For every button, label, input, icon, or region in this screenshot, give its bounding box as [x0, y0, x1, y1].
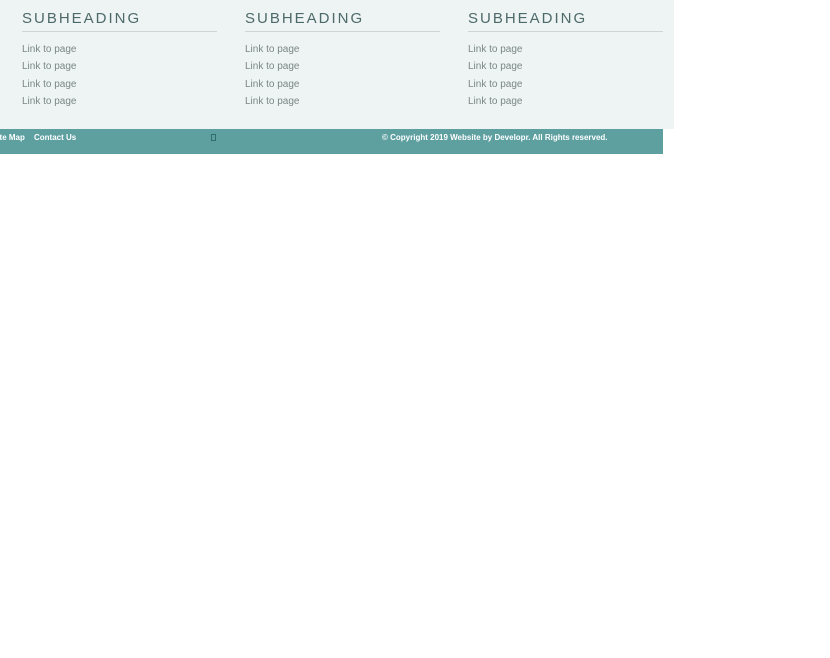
- link-list: Link to page Link to page Link to page L…: [468, 41, 663, 110]
- column-heading: SUBHEADING: [468, 0, 663, 32]
- footer-link[interactable]: Link to page: [468, 76, 663, 93]
- missing-glyph-icon: [211, 134, 216, 141]
- footer-link[interactable]: Link to page: [245, 76, 440, 93]
- footer-link[interactable]: Link to page: [245, 93, 440, 110]
- footer-link[interactable]: Link to page: [468, 58, 663, 75]
- footer-link[interactable]: Link to page: [22, 41, 217, 58]
- footer-link[interactable]: Link to page: [468, 93, 663, 110]
- footer-column: SUBHEADING Link to page Link to page Lin…: [22, 0, 217, 110]
- copyright-text: © Copyright 2019 Website by Developr. Al…: [382, 133, 608, 142]
- column-heading: SUBHEADING: [22, 0, 217, 32]
- site-map-link[interactable]: Site Map: [0, 129, 25, 147]
- footer-link[interactable]: Link to page: [22, 58, 217, 75]
- footer-column: SUBHEADING Link to page Link to page Lin…: [245, 0, 440, 110]
- footer-link[interactable]: Link to page: [245, 41, 440, 58]
- link-list: Link to page Link to page Link to page L…: [245, 41, 440, 110]
- footer-links-section: SUBHEADING Link to page Link to page Lin…: [0, 0, 674, 129]
- footer-link[interactable]: Link to page: [245, 58, 440, 75]
- footer-link[interactable]: Link to page: [22, 93, 217, 110]
- footer-link[interactable]: Link to page: [22, 76, 217, 93]
- column-heading: SUBHEADING: [245, 0, 440, 32]
- contact-us-link[interactable]: Contact Us: [34, 129, 76, 147]
- footer-column: SUBHEADING Link to page Link to page Lin…: [468, 0, 663, 110]
- footer-link[interactable]: Link to page: [468, 41, 663, 58]
- footer-bottom-bar: Site Map Contact Us © Copyright 2019 Web…: [0, 129, 663, 154]
- link-list: Link to page Link to page Link to page L…: [22, 41, 217, 110]
